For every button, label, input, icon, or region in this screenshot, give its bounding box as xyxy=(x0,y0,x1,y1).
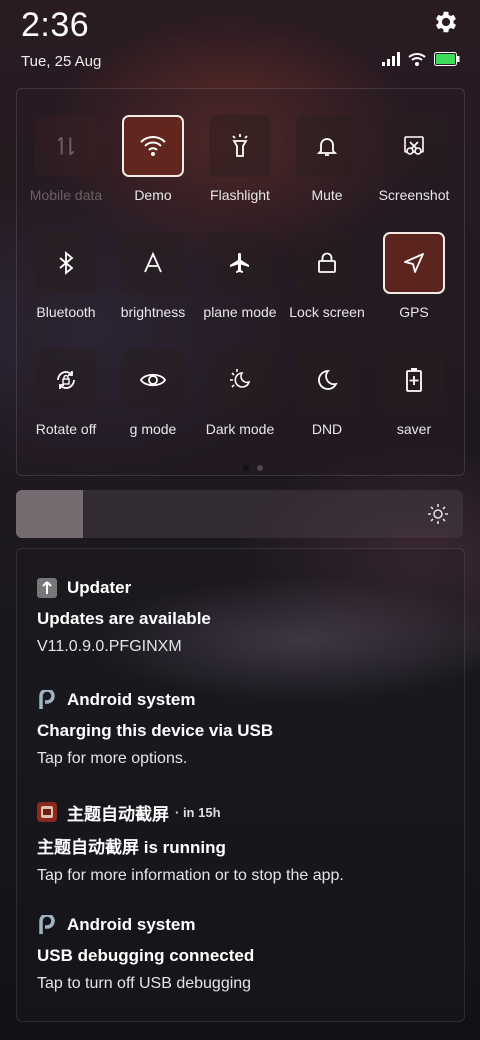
tile-wifi[interactable]: Demo xyxy=(107,115,195,215)
tile-label: saver xyxy=(396,421,432,437)
sun-icon xyxy=(427,503,449,530)
tile-mobile-data[interactable]: Mobile data xyxy=(20,115,108,215)
mobile-data-icon xyxy=(35,115,97,177)
tile-label: Bluetooth xyxy=(36,304,96,320)
settings-gear-icon[interactable] xyxy=(432,8,460,36)
signal-icon xyxy=(382,52,400,66)
notification-app-name: Android system xyxy=(67,915,196,934)
notification-app-name: Android system xyxy=(67,690,196,709)
auto-brightness-icon xyxy=(122,232,184,294)
brightness-slider[interactable] xyxy=(16,490,463,538)
tile-auto-brightness[interactable]: brightness xyxy=(107,232,195,332)
tile-label: Screenshot xyxy=(378,187,450,203)
page-dot xyxy=(257,465,263,471)
tile-label: g mode xyxy=(129,421,177,437)
tile-label: Mobile data xyxy=(29,187,103,203)
notification-theme-screenshot[interactable]: 主题自动截屏 · in 15h 主题自动截屏 is running Tap fo… xyxy=(37,800,447,885)
tile-lock-screen[interactable]: Lock screen xyxy=(281,232,369,332)
bell-icon xyxy=(296,115,358,177)
navigation-icon xyxy=(383,232,445,294)
tile-label: Flashlight xyxy=(210,187,270,203)
notification-title: USB debugging connected xyxy=(37,946,255,965)
android-p-icon xyxy=(37,915,57,935)
android-p-icon xyxy=(37,690,57,710)
tile-label: Rotate off xyxy=(35,421,97,437)
dark-mode-icon xyxy=(209,349,271,411)
wifi-icon xyxy=(122,115,184,177)
tile-dark-mode[interactable]: Dark mode xyxy=(194,349,282,449)
notification-text: V11.0.9.0.PFGINXM xyxy=(37,638,182,655)
eye-icon xyxy=(122,349,184,411)
notification-text: Tap to turn off USB debugging xyxy=(37,975,252,992)
notification-text: Tap for more options. xyxy=(37,750,188,767)
notification-text: Tap for more information or to stop the … xyxy=(37,867,344,884)
system-icons xyxy=(382,52,460,66)
tile-label: DND xyxy=(311,421,343,437)
notification-android-system-usb[interactable]: Android system Charging this device via … xyxy=(37,688,447,768)
tile-bluetooth[interactable]: Bluetooth xyxy=(20,232,108,332)
tile-dnd[interactable]: DND xyxy=(281,349,369,449)
tile-label: GPS xyxy=(399,304,429,320)
notification-app-name: Updater xyxy=(67,578,132,597)
tile-rotate[interactable]: Rotate off xyxy=(20,349,108,449)
battery-saver-icon xyxy=(383,349,445,411)
page-indicator[interactable] xyxy=(243,465,263,471)
app-thumb-icon xyxy=(37,802,57,822)
bluetooth-icon xyxy=(35,232,97,294)
tile-battery-saver[interactable]: saver xyxy=(368,349,456,449)
battery-icon xyxy=(434,52,460,66)
notification-app-name: 主题自动截屏 xyxy=(67,804,169,824)
tile-screenshot[interactable]: Screenshot xyxy=(368,115,456,215)
rotate-lock-icon xyxy=(35,349,97,411)
notification-title: 主题自动截屏 is running xyxy=(37,838,226,857)
notification-title: Charging this device via USB xyxy=(37,721,274,740)
updater-icon xyxy=(37,578,57,598)
tile-label: Dark mode xyxy=(205,421,275,437)
tile-flashlight[interactable]: Flashlight xyxy=(194,115,282,215)
notification-updater[interactable]: Updater Updates are available V11.0.9.0.… xyxy=(37,576,447,656)
tile-airplane-mode[interactable]: plane mode xyxy=(194,232,282,332)
wifi-icon xyxy=(408,53,426,66)
clock: 2:36 xyxy=(21,6,90,44)
flashlight-icon xyxy=(209,115,271,177)
date[interactable]: Tue, 25 Aug xyxy=(21,53,101,70)
page-dot-active xyxy=(243,465,249,471)
tile-label: Lock screen xyxy=(289,304,365,320)
quick-settings-panel: Mobile data Demo Flashlight Mute Screens… xyxy=(16,88,465,476)
scissors-icon xyxy=(383,115,445,177)
tile-label: Mute xyxy=(311,187,343,203)
lock-icon xyxy=(296,232,358,294)
tile-reading-mode[interactable]: g mode xyxy=(107,349,195,449)
tile-mute[interactable]: Mute xyxy=(281,115,369,215)
notification-android-system-debug[interactable]: Android system USB debugging connected T… xyxy=(37,913,447,993)
notification-time: · in 15h xyxy=(175,804,221,820)
tile-label: brightness xyxy=(120,304,186,320)
tile-gps[interactable]: GPS xyxy=(368,232,456,332)
tile-label: Demo xyxy=(134,187,172,203)
tile-label: plane mode xyxy=(203,304,277,320)
notification-title: Updates are available xyxy=(37,609,211,628)
notification-panel: Updater Updates are available V11.0.9.0.… xyxy=(16,548,465,1022)
airplane-icon xyxy=(209,232,271,294)
brightness-fill xyxy=(16,490,84,538)
moon-icon xyxy=(296,349,358,411)
